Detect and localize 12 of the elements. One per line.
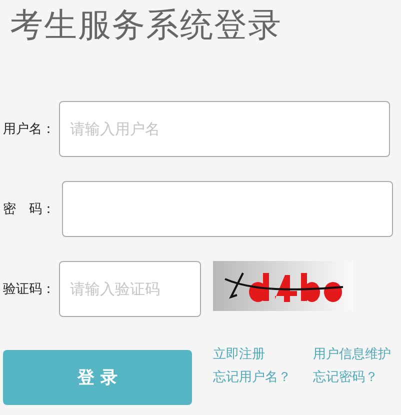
field-label: 验证码： bbox=[3, 281, 56, 298]
link[interactable]: 用户信息维护 bbox=[313, 346, 391, 364]
password-field[interactable] bbox=[62, 181, 393, 237]
page-title: 考生服务系统登录 bbox=[10, 4, 283, 46]
field-label: 密 码： bbox=[3, 201, 56, 218]
link[interactable]: 忘记用户名？ bbox=[213, 369, 291, 387]
link[interactable]: 立即注册 bbox=[213, 346, 291, 364]
captcha-field[interactable]: 请输入验证码 bbox=[59, 261, 201, 317]
login-button[interactable]: 登 录 bbox=[3, 350, 192, 405]
username-field[interactable]: 请输入用户名 bbox=[59, 101, 390, 157]
field-label: 用户名： bbox=[3, 121, 56, 138]
link[interactable]: 忘记密码？ bbox=[313, 369, 391, 387]
